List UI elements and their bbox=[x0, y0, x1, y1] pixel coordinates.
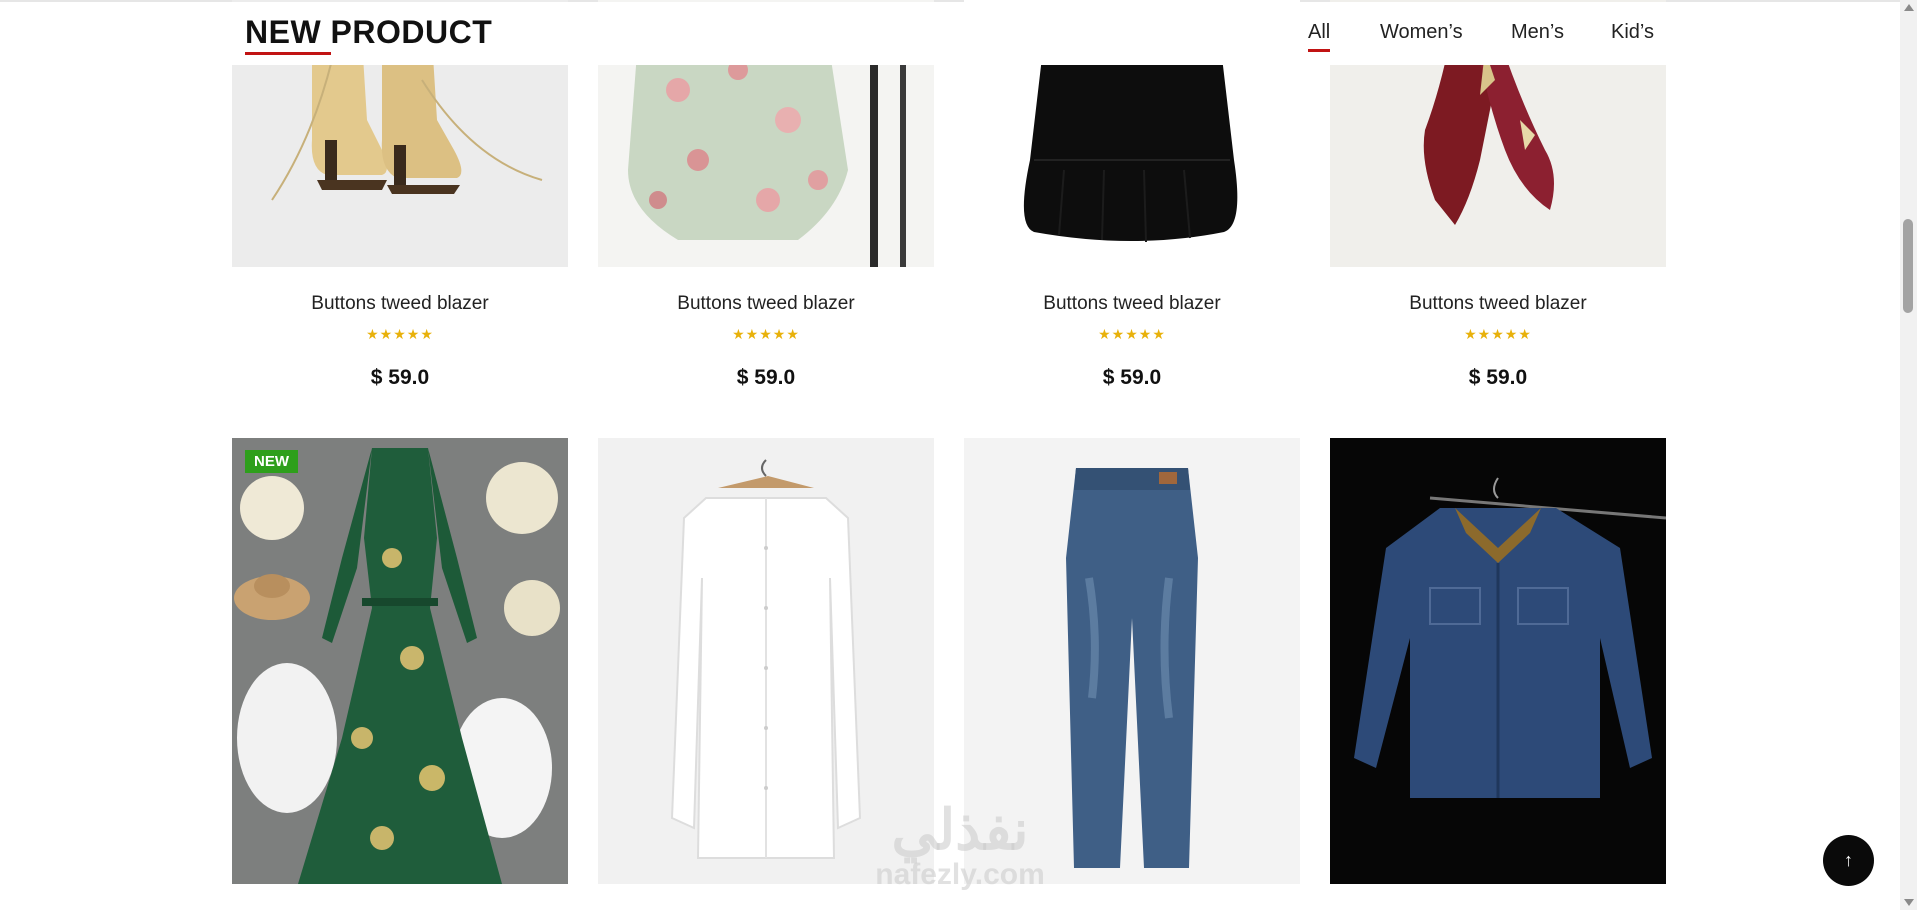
arrow-up-icon: ↑ bbox=[1844, 850, 1853, 870]
rating-stars: ★★★★★ bbox=[1098, 326, 1166, 342]
product-card[interactable]: NEW bbox=[232, 438, 568, 884]
title-underline bbox=[245, 52, 331, 55]
page: Buttons tweed blazer ★★★★★ $ 59.0 Button… bbox=[0, 0, 1900, 910]
product-name[interactable]: Buttons tweed blazer bbox=[232, 293, 568, 315]
product-price: $ 59.0 bbox=[370, 366, 430, 389]
tab-kids[interactable]: Kid’s bbox=[1611, 21, 1654, 44]
product-name[interactable]: Buttons tweed blazer bbox=[598, 293, 934, 315]
product-name[interactable]: Buttons tweed blazer bbox=[1330, 293, 1666, 315]
product-price: $ 59.0 bbox=[1468, 366, 1528, 389]
vertical-scrollbar[interactable] bbox=[1900, 0, 1917, 910]
scrollbar-thumb[interactable] bbox=[1903, 219, 1913, 313]
section-header: NEW PRODUCT All Women’s Men’s Kid’s bbox=[0, 2, 1900, 65]
rating-stars: ★★★★★ bbox=[1464, 326, 1532, 342]
active-tab-indicator bbox=[1308, 49, 1330, 52]
scroll-up-arrow-icon[interactable] bbox=[1904, 4, 1914, 11]
watermark-latin: nafezly.com bbox=[875, 858, 1045, 891]
tab-mens[interactable]: Men’s bbox=[1511, 21, 1564, 44]
product-name[interactable]: Buttons tweed blazer bbox=[964, 293, 1300, 315]
watermark: نفذلي nafezly.com bbox=[850, 800, 1070, 890]
product-image-green-dress[interactable]: NEW bbox=[232, 438, 568, 884]
product-card[interactable] bbox=[1330, 438, 1666, 884]
product-price: $ 59.0 bbox=[736, 366, 796, 389]
tab-all[interactable]: All bbox=[1308, 21, 1330, 44]
rating-stars: ★★★★★ bbox=[732, 326, 800, 342]
watermark-arabic: نفذلي bbox=[891, 798, 1029, 861]
scroll-down-arrow-icon[interactable] bbox=[1904, 899, 1914, 906]
rating-stars: ★★★★★ bbox=[366, 326, 434, 342]
scroll-to-top-button[interactable]: ↑ bbox=[1823, 835, 1874, 886]
product-price: $ 59.0 bbox=[1102, 366, 1162, 389]
product-image-denim-jacket[interactable] bbox=[1330, 438, 1666, 884]
new-badge: NEW bbox=[245, 450, 298, 473]
tab-womens[interactable]: Women’s bbox=[1380, 21, 1463, 44]
section-title: NEW PRODUCT bbox=[245, 14, 493, 50]
